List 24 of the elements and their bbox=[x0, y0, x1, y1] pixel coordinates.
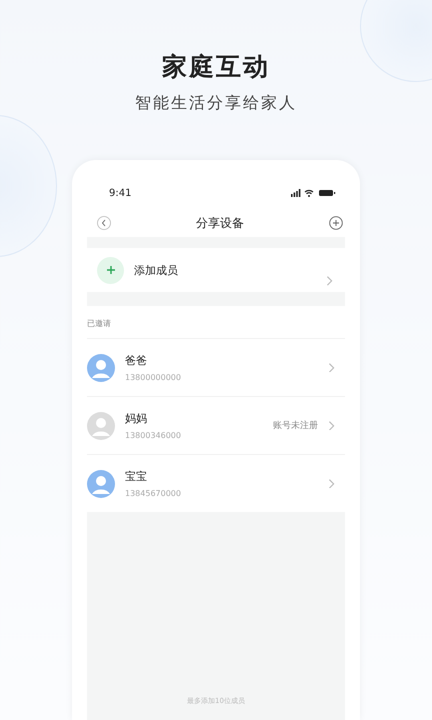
member-phone: 13845670000 bbox=[125, 489, 182, 498]
section-title: 已邀请 bbox=[87, 318, 112, 330]
member-status: 账号未注册 bbox=[273, 420, 318, 432]
back-button[interactable] bbox=[97, 216, 111, 230]
hero-title: 家庭互动 bbox=[162, 51, 270, 83]
chevron-right-icon bbox=[326, 276, 333, 286]
chevron-right-icon bbox=[328, 420, 335, 430]
status-time: 9:41 bbox=[109, 188, 132, 198]
hero-subtitle: 智能生活分享给家人 bbox=[135, 93, 297, 114]
add-member-label: 添加成员 bbox=[134, 262, 179, 278]
member-phone: 13800000000 bbox=[125, 373, 182, 382]
chevron-right-icon bbox=[328, 478, 335, 488]
page-title: 分享设备 bbox=[196, 214, 244, 232]
add-button[interactable] bbox=[329, 216, 343, 230]
member-name: 妈妈 bbox=[125, 411, 148, 426]
member-row[interactable]: 妈妈 13800346000 账号未注册 bbox=[87, 396, 345, 454]
add-member-row[interactable]: 添加成员 bbox=[87, 248, 345, 292]
member-name: 宝宝 bbox=[125, 469, 148, 484]
member-phone: 13800346000 bbox=[125, 431, 182, 440]
chevron-right-icon bbox=[328, 362, 335, 372]
member-name: 爸爸 bbox=[125, 353, 148, 368]
member-row[interactable]: 爸爸 13800000000 bbox=[87, 338, 345, 396]
plus-icon bbox=[97, 256, 124, 284]
status-icons bbox=[291, 189, 337, 197]
